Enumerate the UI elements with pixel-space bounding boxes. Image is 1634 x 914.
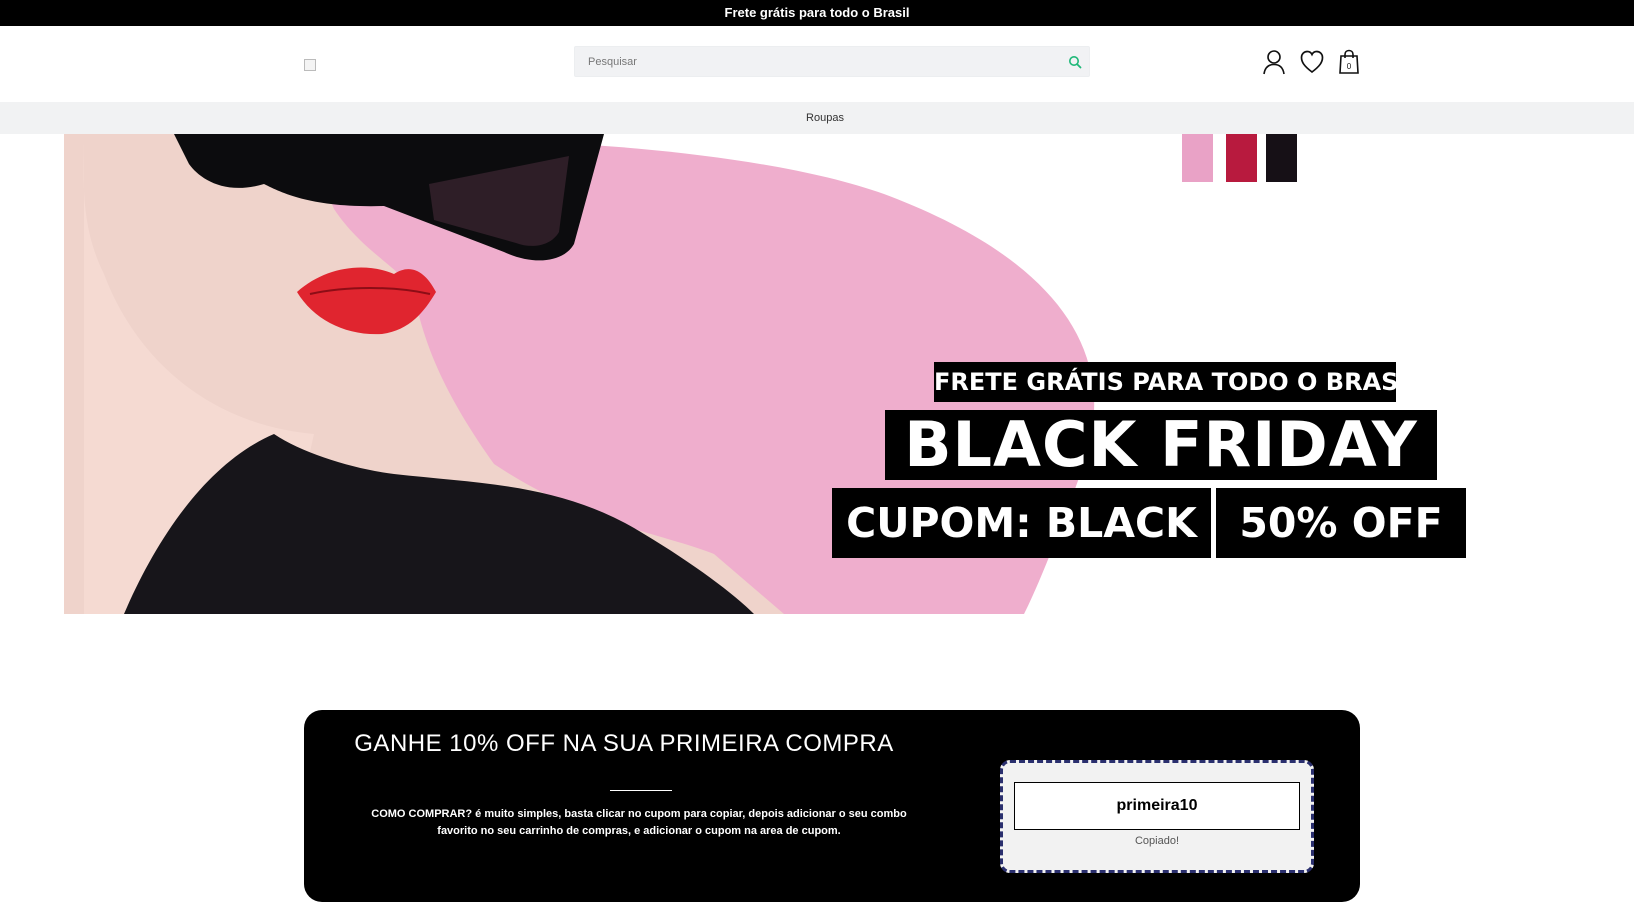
promo-discount-label: 50% OFF bbox=[1216, 488, 1466, 558]
promo-coupon-label: CUPOM: BLACK bbox=[832, 488, 1211, 558]
promo-headline: BLACK FRIDAY bbox=[885, 410, 1437, 480]
search-input[interactable] bbox=[575, 47, 1045, 76]
hero-banner[interactable]: FRETE GRÁTIS PARA TODO O BRASIL BLACK FR… bbox=[64, 134, 1467, 614]
cart-count: 0 bbox=[1347, 62, 1352, 71]
announcement-bar: Frete grátis para todo o Brasil bbox=[0, 0, 1634, 26]
coupon-title: GANHE 10% OFF NA SUA PRIMEIRA COMPRA bbox=[354, 730, 894, 757]
main-nav: Roupas bbox=[0, 102, 1634, 134]
announcement-text: Frete grátis para todo o Brasil bbox=[724, 5, 910, 20]
heart-icon[interactable] bbox=[1299, 48, 1325, 76]
color-swatch-pink bbox=[1182, 134, 1213, 182]
user-icon[interactable] bbox=[1261, 48, 1287, 76]
coupon-code-button[interactable]: primeira10 bbox=[1014, 782, 1300, 830]
coupon-code-card: primeira10 Copiado! bbox=[1000, 760, 1314, 873]
coupon-description: COMO COMPRAR? é muito simples, basta cli… bbox=[371, 808, 907, 837]
search-bar bbox=[574, 46, 1090, 77]
nav-item-roupas[interactable]: Roupas bbox=[806, 112, 844, 124]
shopping-bag-icon[interactable]: 0 bbox=[1336, 48, 1362, 76]
site-header: 0 bbox=[0, 26, 1634, 102]
color-swatch-red bbox=[1226, 134, 1257, 182]
logo-image[interactable] bbox=[304, 59, 316, 71]
first-purchase-coupon-section: GANHE 10% OFF NA SUA PRIMEIRA COMPRA COM… bbox=[304, 710, 1360, 902]
search-icon[interactable] bbox=[1067, 54, 1083, 70]
copy-status: Copiado! bbox=[1134, 835, 1180, 847]
color-swatch-black bbox=[1266, 134, 1297, 182]
divider bbox=[610, 790, 672, 791]
promo-frete-label: FRETE GRÁTIS PARA TODO O BRASIL bbox=[934, 362, 1423, 402]
